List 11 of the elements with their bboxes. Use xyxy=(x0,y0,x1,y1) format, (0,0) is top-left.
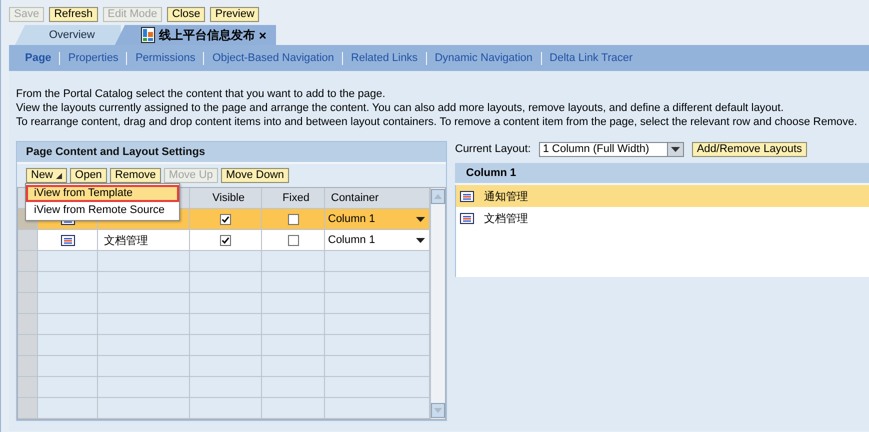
instruction-text: View the layouts currently assigned to the page and arrange the content. You can also add more layouts, remove layouts, and define a different default layout. xyxy=(16,101,784,115)
instruction-text: From the Portal Catalog select the content that you want to add to the page. xyxy=(16,87,386,101)
table-cell: 文档管理 xyxy=(98,230,190,251)
field-label: Current Layout: xyxy=(455,143,531,155)
tab-label: 线上平台信息发布 xyxy=(158,26,255,44)
dropdown-value: Column 1 xyxy=(328,213,376,225)
panel-title: Page Content and Layout Settings xyxy=(17,142,446,164)
tab-label: Overview xyxy=(49,29,95,41)
instruction-text: To rearrange content, drag and drop content items into and between layout containers. To remove a content item from the page, select the relevant row and choose Remove. xyxy=(16,115,858,129)
column-title: Column 1 xyxy=(455,163,869,185)
dropdown-value: Column 1 xyxy=(328,234,376,246)
